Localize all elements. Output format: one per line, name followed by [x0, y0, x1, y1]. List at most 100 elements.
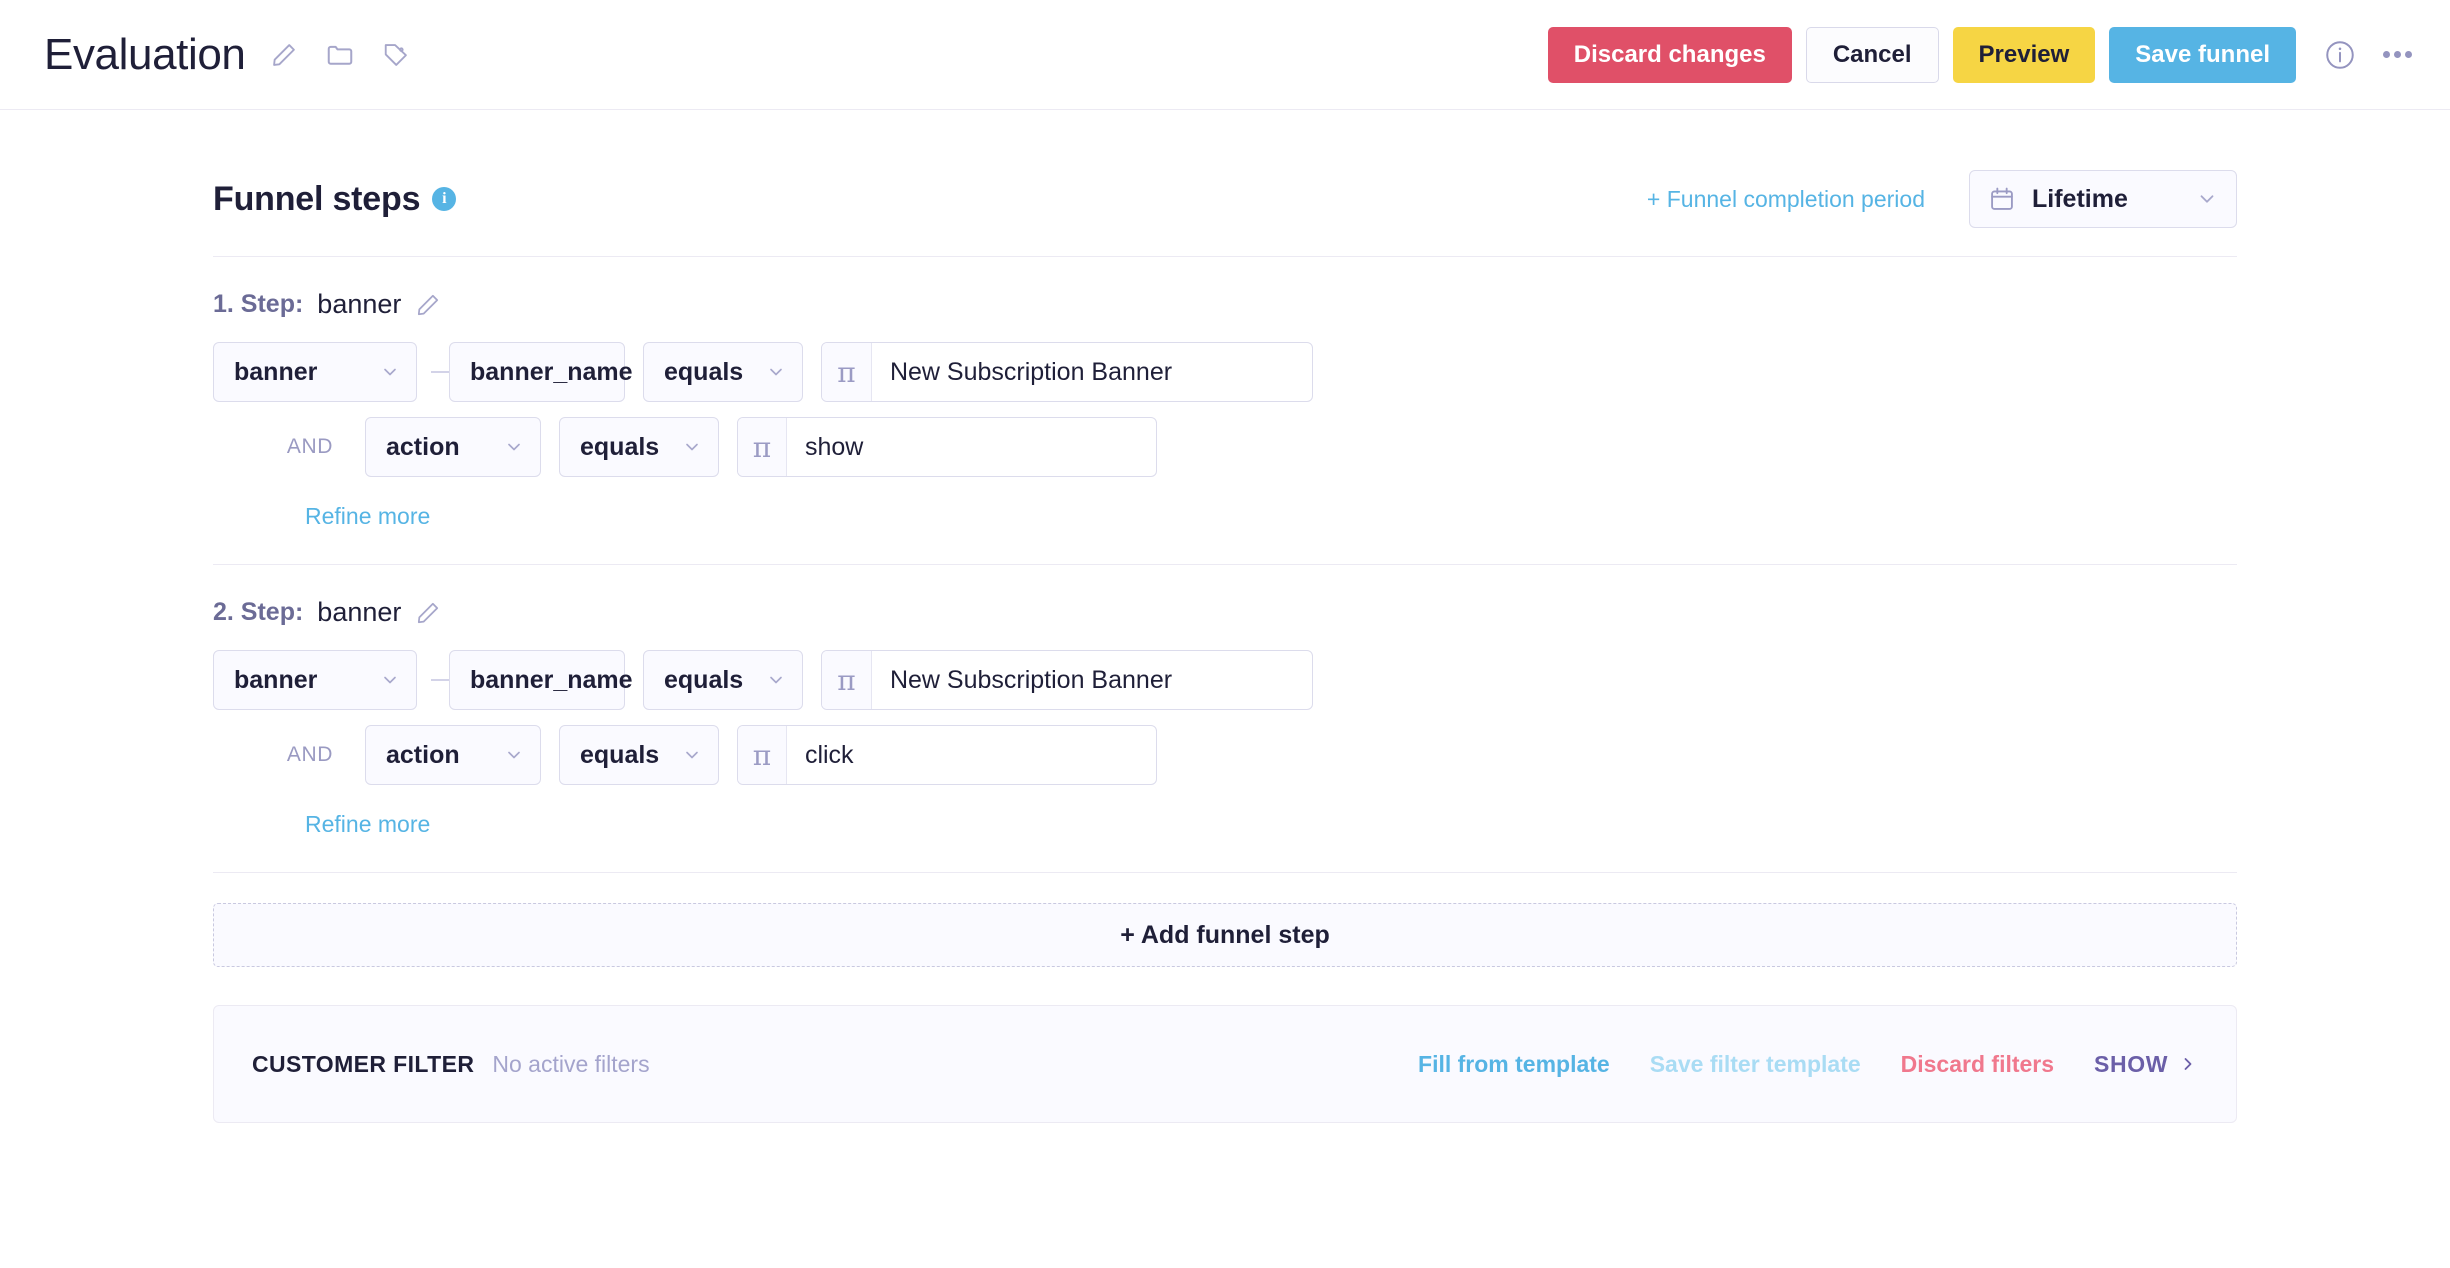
pi-icon[interactable]: π [738, 418, 787, 476]
pencil-icon[interactable] [267, 38, 301, 72]
value-input[interactable] [787, 418, 1156, 476]
funnel-step-2: 2. Step: banner banner [213, 565, 2237, 872]
event-dropdown[interactable]: banner [213, 650, 417, 710]
folder-icon[interactable] [323, 38, 357, 72]
property-dropdown[interactable]: banner_name [449, 342, 625, 402]
chevron-down-icon [380, 670, 400, 690]
chevron-down-icon [504, 745, 524, 765]
step-name: banner [317, 597, 401, 628]
save-filter-template-link[interactable]: Save filter template [1650, 1051, 1861, 1078]
property-dropdown[interactable]: action [365, 417, 541, 477]
property-label: banner_name [470, 666, 633, 695]
operator-label: equals [580, 741, 659, 770]
filter-connector [417, 342, 449, 402]
discard-filters-link[interactable]: Discard filters [1901, 1051, 2054, 1078]
header-actions: Discard changes Cancel Preview Save funn… [1548, 27, 2296, 83]
chevron-down-icon [766, 670, 786, 690]
customer-filter-status: No active filters [492, 1051, 649, 1078]
step-name: banner [317, 289, 401, 320]
value-input[interactable] [872, 343, 1312, 401]
content-container: Funnel steps i + Funnel completion perio… [75, 110, 2375, 1123]
property-label: banner_name [470, 358, 633, 387]
page-title: Evaluation [44, 30, 245, 80]
operator-label: equals [664, 358, 743, 387]
refine-more-link[interactable]: Refine more [305, 811, 430, 838]
step-filter-rows: banner banner_name [213, 650, 2237, 785]
step-header: 1. Step: banner [213, 289, 2237, 342]
customer-filter-bar: CUSTOMER FILTER No active filters Fill f… [213, 1005, 2237, 1123]
conjunction-label: AND [273, 435, 333, 459]
filter-row: AND action equals [213, 417, 2237, 477]
customer-filter-links: Fill from template Save filter template … [1418, 1051, 2198, 1078]
filter-connector-spacer [333, 725, 365, 785]
filter-connector [417, 650, 449, 710]
save-funnel-button[interactable]: Save funnel [2109, 27, 2296, 83]
tag-icon[interactable] [379, 38, 413, 72]
operator-dropdown[interactable]: equals [643, 342, 803, 402]
discard-changes-button[interactable]: Discard changes [1548, 27, 1792, 83]
step-header: 2. Step: banner [213, 597, 2237, 650]
refine-more-link[interactable]: Refine more [305, 503, 430, 530]
more-options-icon[interactable] [2374, 35, 2420, 75]
pi-icon[interactable]: π [822, 343, 872, 401]
value-input[interactable] [787, 726, 1156, 784]
pencil-icon[interactable] [415, 600, 441, 626]
event-label: banner [234, 666, 317, 695]
divider [213, 872, 2237, 873]
filter-row: banner banner_name [213, 650, 2237, 710]
chevron-down-icon [2196, 188, 2218, 210]
fill-from-template-link[interactable]: Fill from template [1418, 1051, 1610, 1078]
calendar-icon [1988, 185, 2016, 213]
operator-label: equals [664, 666, 743, 695]
operator-dropdown[interactable]: equals [643, 650, 803, 710]
filter-connector-spacer [333, 417, 365, 477]
info-icon[interactable]: i [432, 187, 456, 211]
property-dropdown[interactable]: banner_name [449, 650, 625, 710]
chevron-right-icon [2178, 1054, 2198, 1074]
operator-dropdown[interactable]: equals [559, 417, 719, 477]
funnel-steps-header: Funnel steps i + Funnel completion perio… [213, 110, 2237, 256]
funnel-completion-period-link[interactable]: + Funnel completion period [1647, 186, 1925, 213]
show-label: SHOW [2094, 1051, 2168, 1078]
event-label: banner [234, 358, 317, 387]
chevron-down-icon [682, 437, 702, 457]
funnel-step-1: 1. Step: banner banner [213, 257, 2237, 564]
cancel-button[interactable]: Cancel [1806, 27, 1939, 83]
operator-label: equals [580, 433, 659, 462]
property-label: action [386, 741, 460, 770]
main-content: Funnel steps i + Funnel completion perio… [0, 110, 2450, 1123]
step-number: 1. Step: [213, 290, 303, 319]
info-circle-icon[interactable] [2320, 35, 2360, 75]
topbar-icon-group [2320, 35, 2420, 75]
value-field[interactable]: π [737, 417, 1157, 477]
filter-row: AND action equals [213, 725, 2237, 785]
value-field[interactable]: π [737, 725, 1157, 785]
operator-dropdown[interactable]: equals [559, 725, 719, 785]
step-filter-rows: banner banner_name [213, 342, 2237, 477]
page-section-title: Funnel steps [213, 180, 420, 219]
filter-row: banner banner_name [213, 342, 2237, 402]
top-bar: Evaluation Discard changes Cancel Previe… [0, 0, 2450, 110]
chevron-down-icon [380, 362, 400, 382]
pi-icon[interactable]: π [738, 726, 787, 784]
period-label: Lifetime [2032, 185, 2180, 214]
chevron-down-icon [504, 437, 524, 457]
title-group: Evaluation [44, 30, 413, 80]
property-label: action [386, 433, 460, 462]
value-input[interactable] [872, 651, 1312, 709]
value-field[interactable]: π [821, 342, 1313, 402]
add-funnel-step-button[interactable]: + Add funnel step [213, 903, 2237, 967]
value-field[interactable]: π [821, 650, 1313, 710]
conjunction-label: AND [273, 743, 333, 767]
show-filters-toggle[interactable]: SHOW [2094, 1051, 2198, 1078]
customer-filter-title: CUSTOMER FILTER [252, 1051, 474, 1078]
property-dropdown[interactable]: action [365, 725, 541, 785]
event-dropdown[interactable]: banner [213, 342, 417, 402]
chevron-down-icon [766, 362, 786, 382]
period-dropdown[interactable]: Lifetime [1969, 170, 2237, 228]
step-number: 2. Step: [213, 598, 303, 627]
pi-icon[interactable]: π [822, 651, 872, 709]
pencil-icon[interactable] [415, 292, 441, 318]
preview-button[interactable]: Preview [1953, 27, 2096, 83]
chevron-down-icon [682, 745, 702, 765]
